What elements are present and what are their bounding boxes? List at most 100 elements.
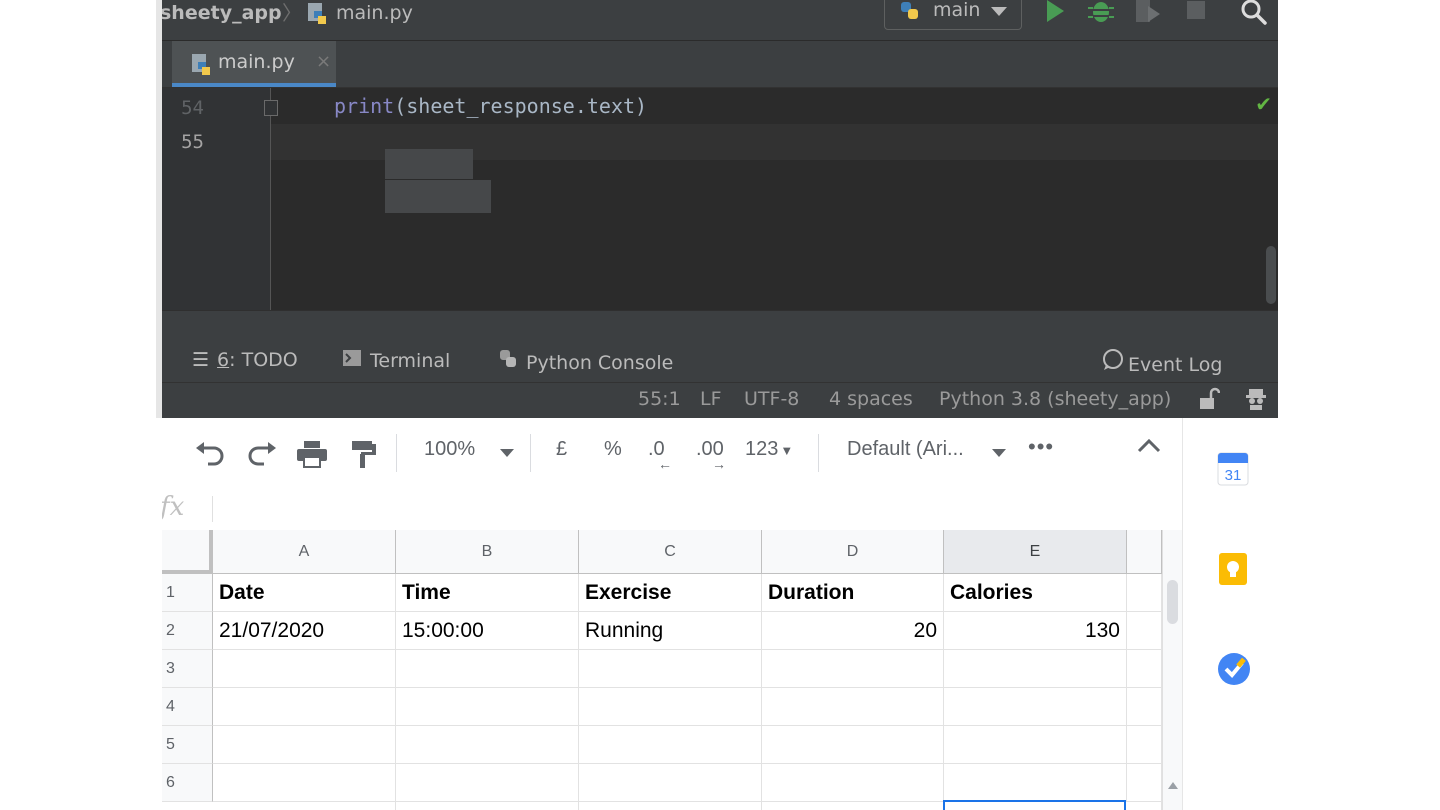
cell-b7[interactable] xyxy=(396,802,579,810)
fold-marker-icon[interactable] xyxy=(264,100,278,116)
cell-e2[interactable]: 130 xyxy=(944,612,1127,650)
more-options-button[interactable]: ••• xyxy=(1028,434,1054,460)
cell-c1[interactable]: Exercise xyxy=(579,574,762,612)
cell-b1[interactable]: Time xyxy=(396,574,579,612)
indent-setting[interactable]: 4 spaces xyxy=(829,388,913,410)
cell-c2[interactable]: Running xyxy=(579,612,762,650)
sheet-vertical-scrollbar[interactable] xyxy=(1162,530,1182,810)
column-header-c[interactable]: C xyxy=(579,530,762,574)
paint-format-icon[interactable] xyxy=(350,440,378,474)
code-editor[interactable]: 54 55 print(sheet_response.text) ✔ xyxy=(162,88,1278,310)
tab-main-py[interactable]: main.py × xyxy=(172,41,336,87)
cell-e3[interactable] xyxy=(944,650,1127,688)
cell-d1[interactable]: Duration xyxy=(762,574,944,612)
print-icon[interactable] xyxy=(296,440,328,472)
tasks-icon[interactable] xyxy=(1217,652,1251,690)
debug-icon[interactable] xyxy=(1088,0,1114,30)
breadcrumb-project[interactable]: sheety_app xyxy=(162,0,282,26)
row-header[interactable]: 2 xyxy=(162,612,213,650)
caret-position[interactable]: 55:1 xyxy=(638,388,681,410)
python-interpreter[interactable]: Python 3.8 (sheety_app) xyxy=(939,388,1171,410)
row-header[interactable]: 5 xyxy=(162,726,213,764)
zoom-select[interactable]: 100% xyxy=(424,438,475,461)
terminal-tool-button[interactable]: Terminal xyxy=(342,349,450,372)
cell-a2[interactable]: 21/07/2020 xyxy=(213,612,396,650)
cell-e1[interactable]: Calories xyxy=(944,574,1127,612)
line-separator[interactable]: LF xyxy=(700,388,722,410)
cell-c4[interactable] xyxy=(579,688,762,726)
close-icon[interactable]: × xyxy=(316,51,331,72)
calendar-icon[interactable]: 31 xyxy=(1217,452,1249,490)
inspector-icon[interactable] xyxy=(1244,387,1268,416)
row-header[interactable]: 6 xyxy=(162,764,213,802)
cell-a6[interactable] xyxy=(213,764,396,802)
file-encoding[interactable]: UTF-8 xyxy=(744,388,799,410)
cell-b2[interactable]: 15:00:00 xyxy=(396,612,579,650)
cell-c7[interactable] xyxy=(579,802,762,810)
decrease-decimal-button[interactable]: .0 ← xyxy=(648,438,672,472)
chevron-down-icon[interactable] xyxy=(500,449,514,457)
undo-icon[interactable] xyxy=(194,440,226,470)
cell-f2[interactable] xyxy=(1127,612,1162,650)
cell-e5[interactable] xyxy=(944,726,1127,764)
cell-b5[interactable] xyxy=(396,726,579,764)
column-header-b[interactable]: B xyxy=(396,530,579,574)
cell-b3[interactable] xyxy=(396,650,579,688)
cell-d5[interactable] xyxy=(762,726,944,764)
cell-c3[interactable] xyxy=(579,650,762,688)
cell-d6[interactable] xyxy=(762,764,944,802)
format-currency-button[interactable]: £ xyxy=(556,438,567,461)
more-formats-button[interactable]: 123 ▼ xyxy=(745,438,793,461)
cell-a4[interactable] xyxy=(213,688,396,726)
keep-icon[interactable] xyxy=(1217,552,1249,590)
event-log-tool-button[interactable]: Event Log xyxy=(1102,349,1222,376)
formula-bar[interactable]: fx xyxy=(162,488,1182,531)
todo-tool-button[interactable]: ☰ 6: TODO xyxy=(192,349,298,371)
cell-d2[interactable]: 20 xyxy=(762,612,944,650)
chevron-up-icon[interactable] xyxy=(1136,436,1162,458)
search-icon[interactable] xyxy=(1240,0,1268,30)
format-percent-button[interactable]: % xyxy=(604,438,622,461)
cell-f3[interactable] xyxy=(1127,650,1162,688)
chevron-down-icon[interactable] xyxy=(992,449,1006,457)
column-header-e[interactable]: E xyxy=(944,530,1127,574)
run-configuration-dropdown[interactable]: main xyxy=(884,0,1022,30)
cell-a1[interactable]: Date xyxy=(213,574,396,612)
breadcrumb-file[interactable]: main.py xyxy=(336,0,413,26)
cell-e4[interactable] xyxy=(944,688,1127,726)
row-header[interactable]: 4 xyxy=(162,688,213,726)
cell-f6[interactable] xyxy=(1127,764,1162,802)
font-family-select[interactable]: Default (Ari... xyxy=(847,438,964,461)
cell-f4[interactable] xyxy=(1127,688,1162,726)
cell-f7[interactable] xyxy=(1127,802,1162,810)
redo-icon[interactable] xyxy=(246,440,278,470)
editor-scrollbar[interactable] xyxy=(1266,246,1276,304)
cell-b6[interactable] xyxy=(396,764,579,802)
spreadsheet-grid[interactable]: A B C D E 1 2 3 4 5 6 Date Time Exercise… xyxy=(162,530,1162,810)
cell-d7[interactable] xyxy=(762,802,944,810)
cell-a7[interactable] xyxy=(213,802,396,810)
cell-f5[interactable] xyxy=(1127,726,1162,764)
cell-d4[interactable] xyxy=(762,688,944,726)
increase-decimal-button[interactable]: .00 → xyxy=(696,438,726,472)
scrollbar-thumb[interactable] xyxy=(1167,580,1178,624)
coverage-icon[interactable] xyxy=(1134,0,1162,30)
python-console-tool-button[interactable]: Python Console xyxy=(498,349,673,374)
select-all-corner[interactable] xyxy=(162,530,213,574)
scroll-up-icon[interactable] xyxy=(1168,782,1178,789)
lock-icon[interactable] xyxy=(1198,387,1221,416)
active-cell-selection[interactable] xyxy=(943,800,1126,810)
column-header-a[interactable]: A xyxy=(213,530,396,574)
row-header[interactable]: 3 xyxy=(162,650,213,688)
inspection-ok-icon[interactable]: ✔ xyxy=(1255,92,1272,116)
column-header-d[interactable]: D xyxy=(762,530,944,574)
stop-icon[interactable] xyxy=(1186,0,1206,24)
column-header-f[interactable] xyxy=(1127,530,1162,574)
cell-e6[interactable] xyxy=(944,764,1127,802)
cell-a3[interactable] xyxy=(213,650,396,688)
run-icon[interactable] xyxy=(1044,0,1066,28)
cell-a5[interactable] xyxy=(213,726,396,764)
row-header[interactable]: 1 xyxy=(162,574,213,612)
cell-f1[interactable] xyxy=(1127,574,1162,612)
cell-c6[interactable] xyxy=(579,764,762,802)
